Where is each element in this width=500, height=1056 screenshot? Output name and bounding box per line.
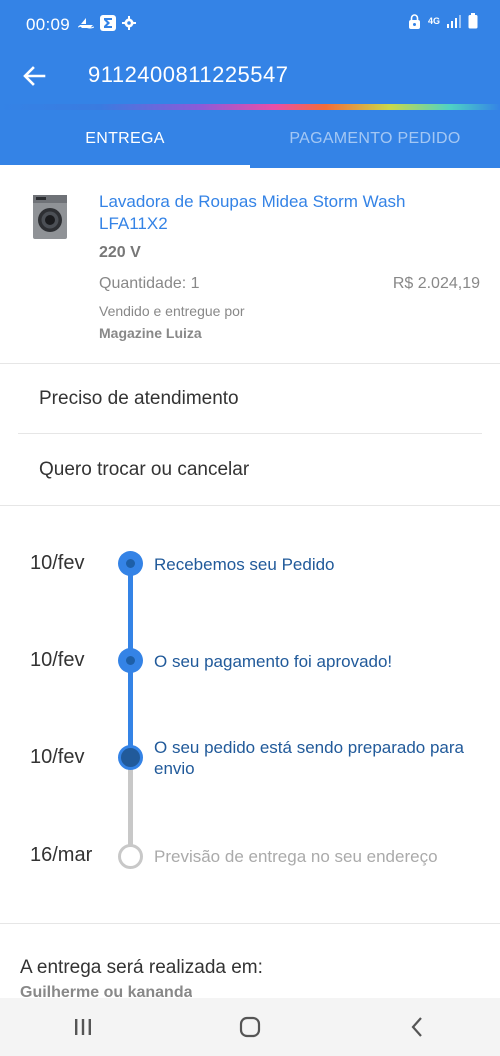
delivery-recipient: Guilherme ou kananda [20, 984, 193, 998]
seller-name: Magazine Luiza [99, 325, 202, 341]
recent-apps-icon [75, 1019, 92, 1035]
lock-icon [408, 13, 420, 29]
network-type-label: 4G [427, 15, 440, 26]
product-card: Lavadora de Roupas Midea Storm Wash LFA1… [0, 168, 500, 364]
order-actions: Preciso de atendimento Quero trocar ou c… [0, 364, 500, 506]
timeline-dot-future [118, 844, 143, 869]
delivery-address-label: A entrega será realizada em: [20, 957, 263, 978]
timeline-date: 10/fev [30, 746, 85, 768]
timeline-date: 16/mar [30, 844, 93, 866]
sum-app-icon [100, 15, 116, 31]
timeline-pending-line [128, 758, 133, 856]
system-nav-bar [0, 998, 500, 1056]
back-arrow-icon[interactable] [20, 62, 48, 90]
order-timeline: 10/fev Recebemos seu Pedido 10/fev O seu… [0, 506, 500, 924]
product-quantity: Quantidade: 1 [99, 275, 200, 292]
washing-machine-image[interactable] [32, 194, 68, 240]
recent-apps-button[interactable] [53, 1007, 113, 1047]
back-button[interactable] [387, 1007, 447, 1047]
status-right-icons: 4G [408, 13, 478, 29]
app-bar: 9112400811225547 [0, 48, 500, 104]
gear-icon [122, 16, 136, 30]
timeline-step-text: O seu pedido está sendo preparado para e… [154, 738, 465, 778]
tab-bar: ENTREGA PAGAMENTO PEDIDO [0, 110, 500, 168]
seller-label: Vendido e entregue por [99, 303, 245, 319]
home-icon [239, 1016, 261, 1038]
timeline-step-text: O seu pagamento foi aprovado! [154, 652, 393, 671]
timeline-date: 10/fev [30, 649, 85, 671]
status-time: 00:09 [26, 15, 71, 34]
tab-pagamento-pedido[interactable]: PAGAMENTO PEDIDO [250, 110, 500, 168]
product-name-link[interactable]: Lavadora de Roupas Midea Storm Wash LFA1… [99, 191, 459, 235]
signal-icon [447, 14, 461, 28]
tab-entrega[interactable]: ENTREGA [0, 110, 250, 168]
status-left-icons [78, 15, 136, 31]
timeline-step-text: Previsão de entrega no seu endereço [154, 847, 438, 866]
chevron-left-icon [411, 1017, 422, 1037]
timeline-step-text: Recebemos seu Pedido [154, 555, 335, 574]
timeline-dot [118, 648, 143, 673]
timeline-dot [118, 551, 143, 576]
product-variant: 220 V [99, 244, 141, 261]
need-support-button[interactable]: Preciso de atendimento [18, 364, 482, 434]
order-number-title: 9112400811225547 [88, 62, 289, 87]
home-button[interactable] [220, 1007, 280, 1047]
status-bar: 00:09 4G [0, 0, 500, 48]
product-price: R$ 2.024,19 [392, 275, 480, 292]
timeline-dot-current [118, 745, 143, 770]
timeline-date: 10/fev [30, 552, 85, 574]
boat-icon [78, 18, 94, 29]
battery-icon [468, 13, 478, 29]
exchange-or-cancel-button[interactable]: Quero trocar ou cancelar [18, 435, 482, 505]
